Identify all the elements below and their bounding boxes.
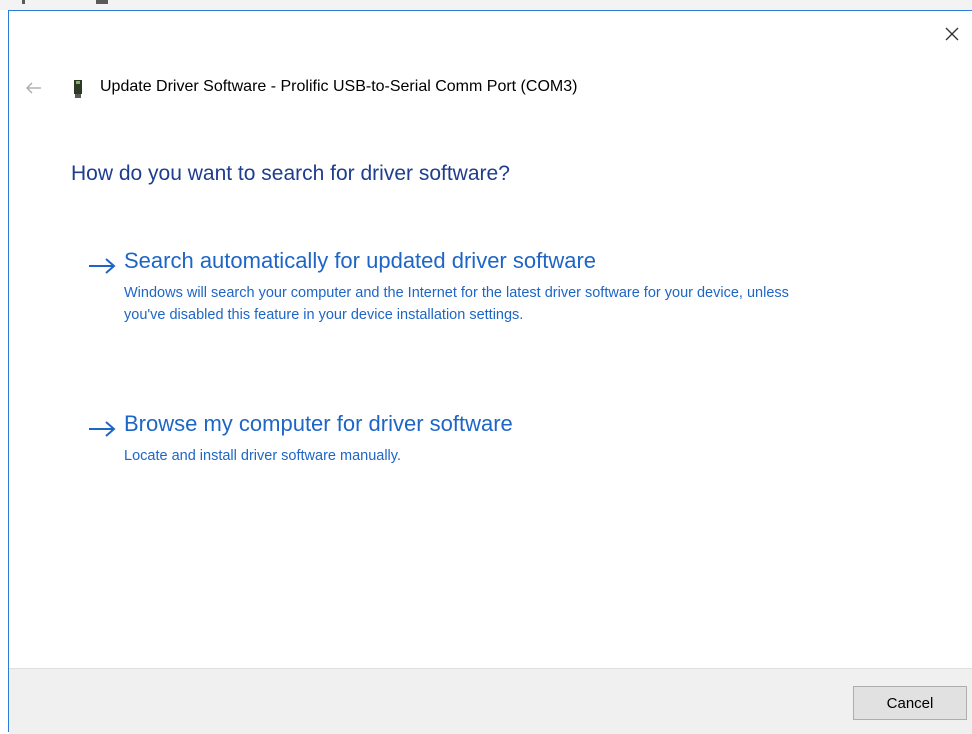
page-heading: How do you want to search for driver sof… bbox=[71, 162, 510, 185]
option-description: Windows will search your computer and th… bbox=[124, 285, 789, 323]
search-automatically-option[interactable]: Search automatically for updated driver … bbox=[79, 248, 839, 348]
right-arrow-icon bbox=[89, 258, 116, 274]
close-icon bbox=[945, 27, 959, 41]
option-title: Search automatically for updated driver … bbox=[124, 248, 597, 273]
option-description: Locate and install driver software manua… bbox=[124, 448, 401, 464]
option-title: Browse my computer for driver software bbox=[124, 411, 513, 436]
dialog-footer: Cancel bbox=[9, 668, 972, 734]
back-button[interactable] bbox=[23, 77, 45, 99]
update-driver-dialog: Update Driver Software - Prolific USB-to… bbox=[8, 10, 972, 734]
cancel-button[interactable]: Cancel bbox=[853, 686, 967, 720]
close-button[interactable] bbox=[932, 19, 972, 49]
background-window-mark bbox=[22, 0, 25, 4]
background-window-mark bbox=[96, 0, 108, 4]
background-window-strip bbox=[0, 0, 972, 10]
window-title: Update Driver Software - Prolific USB-to… bbox=[100, 78, 578, 95]
back-arrow-icon bbox=[26, 82, 41, 94]
usb-device-icon bbox=[74, 80, 82, 98]
right-arrow-icon bbox=[89, 421, 116, 437]
browse-computer-option[interactable]: Browse my computer for driver software L… bbox=[79, 411, 839, 471]
